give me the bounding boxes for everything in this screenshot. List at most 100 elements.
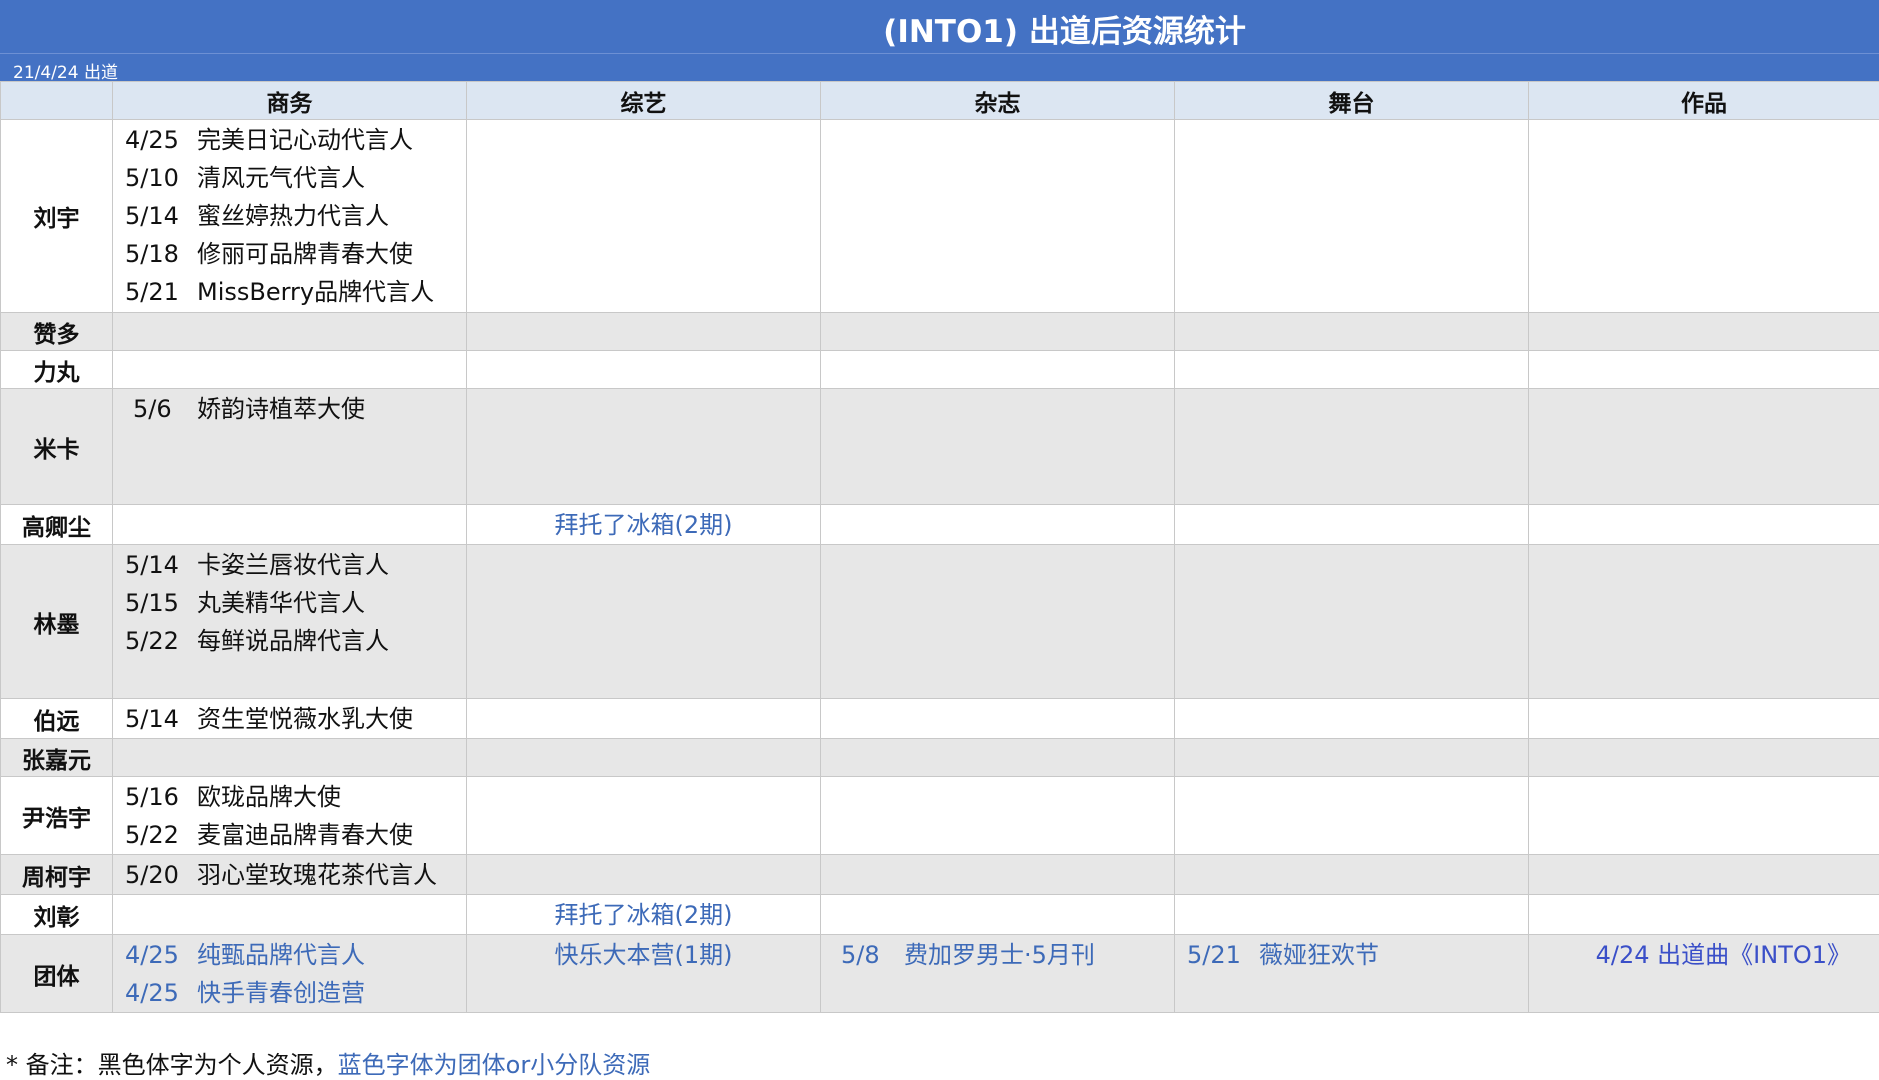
page-title: (INTO1) 出道后资源统计 (0, 6, 1879, 51)
business-cell (113, 351, 467, 389)
member-name: 尹浩宇 (1, 777, 113, 855)
item-date: 5/20 (125, 856, 197, 894)
business-cell: 5/16欧珑品牌大使 5/22麦富迪品牌青春大使 (113, 777, 467, 855)
business-item: 5/10清风元气代言人 (125, 159, 466, 197)
business-item: 5/18修丽可品牌青春大使 (125, 235, 466, 273)
business-cell: 4/25纯甄品牌代言人 4/25快手青春创造营 (113, 935, 467, 1013)
item-text: 每鲜说品牌代言人 (197, 627, 389, 655)
magazine-cell (821, 389, 1175, 505)
item-text: 麦富迪品牌青春大使 (197, 821, 413, 849)
item-date: 5/14 (125, 700, 197, 738)
debut-date-bar: 21/4/24 出道 (0, 53, 1879, 82)
works-item: 4/24 出道曲《INTO1》 (1529, 936, 1851, 974)
table-row: 米卡 5/6娇韵诗植萃大使 (1, 389, 1879, 505)
variety-cell (467, 313, 821, 351)
variety-item: 拜托了冰箱(2期) (467, 896, 820, 934)
footnote: * 备注：黑色体字为个人资源，蓝色字体为团体or小分队资源 (6, 1045, 650, 1080)
item-date: 5/22 (125, 622, 197, 660)
magazine-cell (821, 545, 1175, 699)
table-row: 林墨 5/14卡姿兰唇妆代言人 5/15丸美精华代言人 5/22每鲜说品牌代言人 (1, 545, 1879, 699)
works-cell (1529, 120, 1879, 313)
works-cell (1529, 739, 1879, 777)
table-row: 尹浩宇 5/16欧珑品牌大使 5/22麦富迪品牌青春大使 (1, 777, 1879, 855)
item-date: 5/14 (125, 546, 197, 584)
magazine-cell (821, 777, 1175, 855)
works-cell (1529, 351, 1879, 389)
magazine-cell (821, 505, 1175, 545)
table-row: 团体 4/25纯甄品牌代言人 4/25快手青春创造营 快乐大本营(1期) 5/8… (1, 935, 1879, 1013)
item-text: 娇韵诗植萃大使 (197, 395, 365, 423)
member-name: 米卡 (1, 389, 113, 505)
table-row: 张嘉元 (1, 739, 1879, 777)
stage-cell (1175, 313, 1529, 351)
variety-item: 快乐大本营(1期) (467, 936, 820, 974)
column-header-business: 商务 (113, 82, 467, 120)
business-item: 4/25完美日记心动代言人 (125, 121, 466, 159)
item-text: 蜜丝婷热力代言人 (197, 202, 389, 230)
business-cell: 5/14卡姿兰唇妆代言人 5/15丸美精华代言人 5/22每鲜说品牌代言人 (113, 545, 467, 699)
stage-cell (1175, 777, 1529, 855)
works-cell (1529, 505, 1879, 545)
corner-cell (1, 82, 113, 120)
member-name: 团体 (1, 935, 113, 1013)
magazine-cell (821, 699, 1175, 739)
magazine-cell (821, 120, 1175, 313)
magazine-cell: 5/8费加罗男士·5月刊 (821, 935, 1175, 1013)
item-date: 4/25 (125, 974, 197, 1012)
member-name: 赞多 (1, 313, 113, 351)
note-blue-text: 蓝色字体为团体or小分队资源 (338, 1051, 651, 1079)
stage-cell (1175, 545, 1529, 699)
item-text: 费加罗男士·5月刊 (904, 941, 1095, 969)
item-date: 5/10 (125, 159, 197, 197)
item-date: 5/16 (125, 778, 197, 816)
item-text: 欧珑品牌大使 (197, 783, 341, 811)
item-text: 完美日记心动代言人 (197, 126, 413, 154)
magazine-item: 5/8费加罗男士·5月刊 (841, 936, 1174, 974)
member-name: 林墨 (1, 545, 113, 699)
table-row: 刘彰 拜托了冰箱(2期) (1, 895, 1879, 935)
works-cell (1529, 389, 1879, 505)
resource-table: 商务 综艺 杂志 舞台 作品 刘宇 4/25完美日记心动代言人 5/10清风元气… (0, 81, 1879, 1013)
item-date: 5/21 (1187, 936, 1259, 974)
stage-cell (1175, 855, 1529, 895)
item-text: 丸美精华代言人 (197, 589, 365, 617)
business-cell (113, 313, 467, 351)
business-item: 5/15丸美精华代言人 (125, 584, 466, 622)
business-cell: 5/20羽心堂玫瑰花茶代言人 (113, 855, 467, 895)
works-cell (1529, 855, 1879, 895)
member-name: 张嘉元 (1, 739, 113, 777)
stage-cell (1175, 389, 1529, 505)
stage-cell: 5/21薇娅狂欢节 (1175, 935, 1529, 1013)
variety-cell (467, 545, 821, 699)
table-row: 力丸 (1, 351, 1879, 389)
variety-cell (467, 739, 821, 777)
item-text: 卡姿兰唇妆代言人 (197, 551, 389, 579)
title-bar: (INTO1) 出道后资源统计 (0, 0, 1879, 53)
member-name: 周柯宇 (1, 855, 113, 895)
business-item: 5/6娇韵诗植萃大使 (133, 390, 466, 428)
magazine-cell (821, 855, 1175, 895)
business-item: 5/20羽心堂玫瑰花茶代言人 (125, 856, 466, 894)
note-black-text: * 备注：黑色体字为个人资源， (6, 1051, 338, 1079)
variety-cell: 拜托了冰箱(2期) (467, 505, 821, 545)
member-name: 伯远 (1, 699, 113, 739)
works-cell (1529, 313, 1879, 351)
business-item: 5/21MissBerry品牌代言人 (125, 273, 466, 311)
item-text: 羽心堂玫瑰花茶代言人 (197, 861, 437, 889)
magazine-cell (821, 895, 1175, 935)
table-row: 赞多 (1, 313, 1879, 351)
works-cell (1529, 777, 1879, 855)
item-date: 5/6 (133, 390, 197, 428)
item-date: 5/18 (125, 235, 197, 273)
magazine-cell (821, 313, 1175, 351)
table-row: 周柯宇 5/20羽心堂玫瑰花茶代言人 (1, 855, 1879, 895)
item-date: 5/8 (841, 936, 904, 974)
variety-cell (467, 389, 821, 505)
item-date: 5/14 (125, 197, 197, 235)
item-text: 薇娅狂欢节 (1259, 941, 1379, 969)
business-item: 5/16欧珑品牌大使 (125, 778, 466, 816)
variety-cell (467, 855, 821, 895)
item-date: 4/25 (125, 936, 197, 974)
business-cell: 4/25完美日记心动代言人 5/10清风元气代言人 5/14蜜丝婷热力代言人 5… (113, 120, 467, 313)
stage-item: 5/21薇娅狂欢节 (1187, 936, 1528, 974)
